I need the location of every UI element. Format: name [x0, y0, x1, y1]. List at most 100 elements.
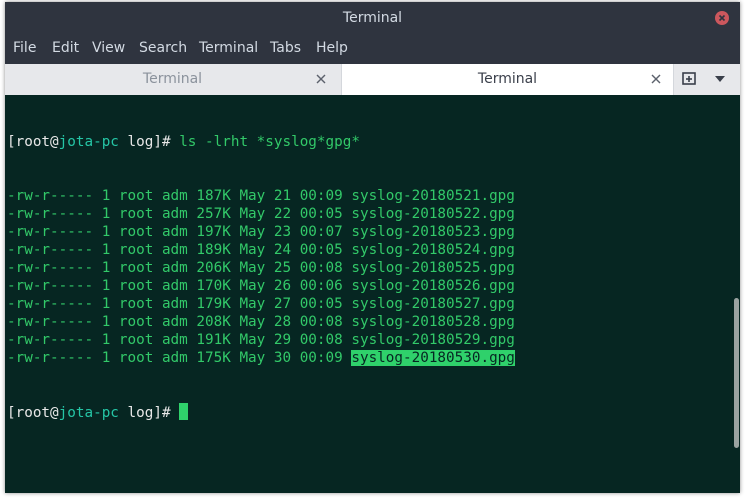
listing-filename[interactable]: syslog-20180528.gpg [351, 314, 515, 330]
prompt-at: @ [50, 405, 59, 421]
tab-label: Terminal [477, 71, 538, 87]
listing-filename[interactable]: syslog-20180521.gpg [351, 188, 515, 204]
tab-terminal-1[interactable]: Terminal [5, 64, 340, 95]
listing-row: -rw-r----- 1 root adm 179K May 27 00:05 … [7, 295, 515, 313]
listing-filename[interactable]: syslog-20180529.gpg [351, 332, 515, 348]
listing-month: May [239, 206, 266, 222]
prompt-bracket: [ [7, 134, 16, 150]
listing-owner: root [118, 206, 154, 222]
listing-filename[interactable]: syslog-20180522.gpg [351, 206, 515, 222]
listing-day: 30 [273, 350, 292, 366]
menu-file[interactable]: File [13, 40, 36, 56]
new-tab-icon[interactable] [682, 72, 698, 86]
listing-filename-selected[interactable]: syslog-20180530.gpg [351, 350, 515, 366]
listing-owner: root [118, 332, 154, 348]
menu-search[interactable]: Search [139, 40, 187, 56]
listing-time: 00:05 [299, 206, 343, 222]
listing-perms: -rw-r----- [7, 350, 94, 366]
listing-group: adm [161, 260, 188, 276]
terminal-lines: [root@jota-pc log]# ls -lrht *syslog*gpg… [7, 97, 515, 457]
listing-day: 25 [273, 260, 292, 276]
listing-row: -rw-r----- 1 root adm 189K May 24 00:05 … [7, 241, 515, 259]
listing-size: 187K [196, 188, 231, 204]
command-text: ls -lrht *syslog*gpg* [179, 134, 360, 150]
listing-perms: -rw-r----- [7, 296, 94, 312]
listing-size: 206K [196, 260, 231, 276]
listing-group: adm [161, 224, 188, 240]
listing-month: May [239, 224, 266, 240]
listing-owner: root [118, 224, 154, 240]
listing-size: 170K [196, 278, 231, 294]
menu-edit[interactable]: Edit [52, 40, 79, 56]
prompt-line: [root@jota-pc log]# [7, 403, 515, 421]
title-bar[interactable]: Terminal [5, 2, 740, 34]
terminal-output[interactable]: [root@jota-pc log]# ls -lrht *syslog*gpg… [5, 95, 740, 493]
tab-close-icon[interactable] [316, 74, 326, 84]
listing-row: -rw-r----- 1 root adm 175K May 30 00:09 … [7, 349, 515, 367]
tab-label: Terminal [142, 71, 203, 87]
listing-links: 1 [101, 296, 111, 312]
listing-perms: -rw-r----- [7, 278, 94, 294]
prompt-dir: log]# [118, 134, 180, 150]
listing-owner: root [118, 314, 154, 330]
listing-day: 24 [273, 242, 292, 258]
scrollbar-thumb[interactable] [734, 298, 739, 448]
listing-links: 1 [101, 260, 111, 276]
tab-terminal-2[interactable]: Terminal [341, 64, 674, 95]
listing-filename[interactable]: syslog-20180523.gpg [351, 224, 515, 240]
listing-links: 1 [101, 278, 111, 294]
listing-size: 179K [196, 296, 231, 312]
listing-time: 00:07 [299, 224, 343, 240]
listing-group: adm [161, 206, 188, 222]
listing-size: 175K [196, 350, 231, 366]
listing-owner: root [118, 242, 154, 258]
file-listing: -rw-r----- 1 root adm 187K May 21 00:09 … [7, 187, 515, 367]
listing-perms: -rw-r----- [7, 224, 94, 240]
listing-group: adm [161, 278, 188, 294]
listing-row: -rw-r----- 1 root adm 197K May 23 00:07 … [7, 223, 515, 241]
listing-group: adm [161, 314, 188, 330]
listing-month: May [239, 332, 266, 348]
prompt-host: jota-pc [58, 405, 119, 421]
menu-view[interactable]: View [92, 40, 125, 56]
listing-time: 00:09 [299, 350, 343, 366]
listing-group: adm [161, 296, 188, 312]
listing-day: 26 [273, 278, 292, 294]
listing-time: 00:06 [299, 278, 343, 294]
prompt-dir: log]# [118, 405, 180, 421]
listing-day: 22 [273, 206, 292, 222]
scrollbar[interactable] [733, 95, 740, 493]
listing-row: -rw-r----- 1 root adm 191K May 29 00:08 … [7, 331, 515, 349]
listing-time: 00:05 [299, 296, 343, 312]
terminal-window: Terminal File Edit View Search Terminal … [5, 2, 740, 493]
listing-filename[interactable]: syslog-20180527.gpg [351, 296, 515, 312]
window-close-button[interactable] [715, 11, 729, 25]
listing-owner: root [118, 188, 154, 204]
menu-tabs[interactable]: Tabs [270, 40, 301, 56]
listing-filename[interactable]: syslog-20180524.gpg [351, 242, 515, 258]
menu-help[interactable]: Help [316, 40, 348, 56]
listing-day: 23 [273, 224, 292, 240]
listing-filename[interactable]: syslog-20180526.gpg [351, 278, 515, 294]
prompt-at: @ [50, 134, 59, 150]
listing-group: adm [161, 242, 188, 258]
menu-terminal[interactable]: Terminal [199, 40, 258, 56]
tab-close-icon[interactable] [651, 74, 661, 84]
listing-month: May [239, 188, 266, 204]
listing-filename[interactable]: syslog-20180525.gpg [351, 260, 515, 276]
listing-links: 1 [101, 242, 111, 258]
listing-row: -rw-r----- 1 root adm 208K May 28 00:08 … [7, 313, 515, 331]
prompt-host: jota-pc [58, 134, 119, 150]
listing-perms: -rw-r----- [7, 242, 94, 258]
listing-perms: -rw-r----- [7, 314, 94, 330]
listing-links: 1 [101, 314, 111, 330]
prompt-bracket: [ [7, 405, 16, 421]
chevron-down-icon[interactable] [715, 76, 725, 82]
listing-time: 00:08 [299, 314, 343, 330]
listing-perms: -rw-r----- [7, 332, 94, 348]
listing-row: -rw-r----- 1 root adm 187K May 21 00:09 … [7, 187, 515, 205]
text-cursor [179, 403, 189, 420]
listing-row: -rw-r----- 1 root adm 257K May 22 00:05 … [7, 205, 515, 223]
listing-month: May [239, 278, 266, 294]
prompt-user: root [15, 134, 51, 150]
